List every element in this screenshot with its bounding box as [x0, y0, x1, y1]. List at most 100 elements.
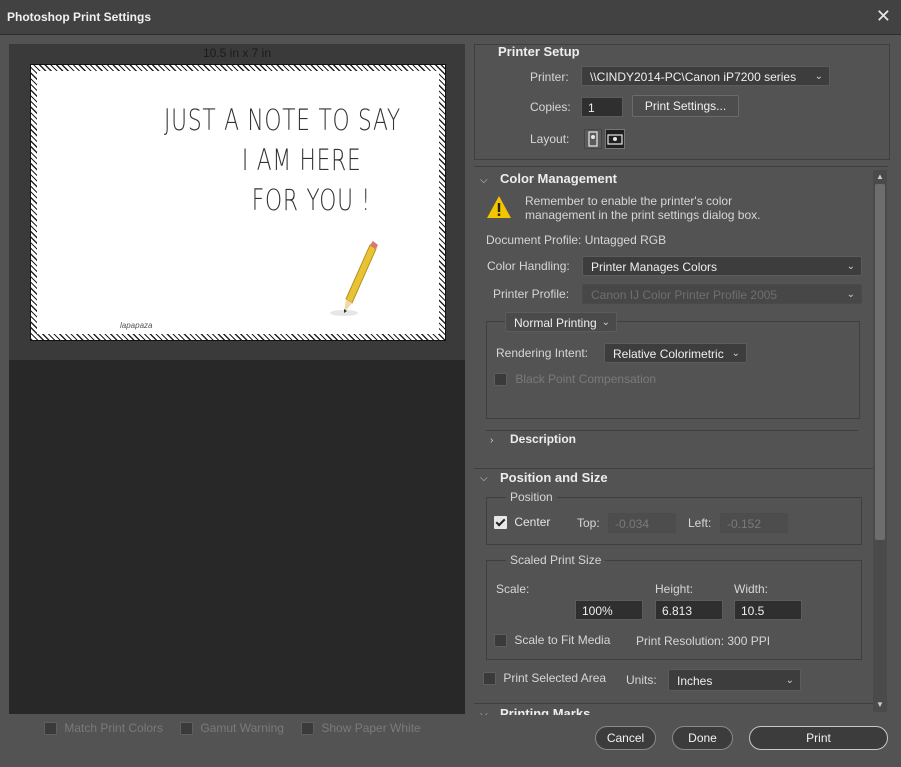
width-input[interactable]: 10.5	[734, 600, 802, 620]
print-resolution: Print Resolution: 300 PPI	[636, 634, 771, 648]
window-title: Photoshop Print Settings	[7, 10, 151, 24]
warning-line-2: management in the print settings dialog …	[525, 208, 761, 222]
signature: lapapaza	[120, 321, 153, 330]
black-point-checkbox[interactable]: Black Point Compensation	[494, 372, 657, 387]
landscape-layout-icon[interactable]	[605, 129, 625, 149]
portrait-layout-icon[interactable]	[584, 129, 602, 149]
rendering-intent-select[interactable]: Relative Colorimetric ⌄	[604, 343, 747, 363]
printer-profile-value: Canon IJ Color Printer Profile 2005	[591, 288, 778, 302]
printing-mode-group	[486, 321, 860, 419]
warning-icon	[487, 196, 511, 218]
scale-to-fit-checkbox[interactable]: Scale to Fit Media	[494, 633, 611, 648]
scrollbar-thumb[interactable]	[875, 184, 885, 540]
chevron-down-icon: ⌄	[814, 71, 823, 82]
print-settings-button[interactable]: Print Settings...	[632, 95, 739, 117]
title-bar: Photoshop Print Settings ✕	[0, 0, 901, 35]
note-line-3: FOR YOU !	[251, 183, 371, 217]
scroll-down-icon[interactable]: ▼	[876, 700, 884, 709]
top-input[interactable]: -0.034	[608, 513, 676, 533]
chevron-down-icon: ⌵	[480, 709, 488, 715]
top-label: Top:	[577, 516, 600, 530]
image-preview: JUST A NOTE TO SAY I AM HERE FOR YOU ! l…	[37, 71, 439, 334]
show-paper-white-label: Show Paper White	[321, 721, 421, 735]
height-input[interactable]: 6.813	[655, 600, 723, 620]
document-profile: Document Profile: Untagged RGB	[486, 233, 667, 247]
close-icon[interactable]: ✕	[876, 6, 891, 27]
printer-setup-header: Printer Setup	[498, 44, 580, 59]
chevron-down-icon: ⌵	[480, 175, 488, 186]
center-box[interactable]	[494, 516, 507, 530]
description-toggle[interactable]: ›	[490, 432, 493, 446]
scale-to-fit-label: Scale to Fit Media	[514, 633, 611, 647]
scale-to-fit-box[interactable]	[494, 634, 507, 648]
rendering-intent-label: Rendering Intent:	[496, 346, 589, 360]
gamut-warning-label: Gamut Warning	[200, 721, 284, 735]
printing-marks-toggle[interactable]: ⌵	[480, 706, 488, 715]
scaled-print-size-label: Scaled Print Size	[506, 553, 606, 567]
paper-preview[interactable]: JUST A NOTE TO SAY I AM HERE FOR YOU ! l…	[30, 64, 446, 341]
print-dimensions-label: 10.5 in x 7 in	[202, 46, 272, 60]
print-selected-area-label: Print Selected Area	[503, 671, 607, 685]
printer-select[interactable]: \\CINDY2014-PC\Canon iP7200 series ⌄	[581, 66, 830, 86]
black-point-box[interactable]	[494, 373, 507, 387]
units-label: Units:	[626, 673, 657, 687]
gamut-warning-checkbox[interactable]: Gamut Warning	[180, 721, 284, 736]
left-input[interactable]: -0.152	[720, 513, 788, 533]
divider	[486, 430, 858, 431]
position-size-header: Position and Size	[500, 470, 608, 485]
chevron-down-icon: ⌄	[601, 317, 610, 328]
match-print-colors-box[interactable]	[44, 722, 57, 736]
width-label: Width:	[734, 582, 769, 596]
note-line-2: I AM HERE	[241, 143, 361, 177]
divider	[474, 468, 874, 469]
chevron-down-icon: ⌵	[480, 473, 488, 484]
scale-label: Scale:	[496, 582, 530, 596]
printer-label: Printer:	[530, 70, 569, 84]
copies-input[interactable]: 1	[581, 97, 623, 117]
chevron-down-icon: ⌄	[731, 348, 740, 359]
match-print-colors-checkbox[interactable]: Match Print Colors	[44, 721, 164, 736]
color-handling-select[interactable]: Printer Manages Colors ⌄	[582, 256, 862, 276]
units-value: Inches	[677, 674, 713, 688]
note-line-1: JUST A NOTE TO SAY	[164, 103, 401, 137]
printing-mode-select[interactable]: Normal Printing ⌄	[505, 312, 617, 332]
settings-scroll-area[interactable]: ⌵ Color Management Remember to enable th…	[474, 166, 888, 715]
color-management-header: Color Management	[500, 171, 618, 186]
scale-input[interactable]: 100%	[575, 600, 643, 620]
units-select[interactable]: Inches ⌄	[668, 669, 801, 691]
print-selected-area-box[interactable]	[483, 672, 496, 686]
left-label: Left:	[688, 516, 712, 530]
scroll-up-icon[interactable]: ▲	[876, 172, 884, 181]
black-point-label: Black Point Compensation	[515, 372, 657, 386]
match-print-colors-label: Match Print Colors	[64, 721, 164, 735]
warning-line-1: Remember to enable the printer's color	[525, 194, 733, 208]
cancel-button[interactable]: Cancel	[595, 726, 656, 750]
position-size-toggle[interactable]: ⌵	[480, 470, 488, 484]
show-paper-white-checkbox[interactable]: Show Paper White	[301, 721, 421, 736]
show-paper-white-box[interactable]	[301, 722, 314, 736]
print-selected-area-checkbox[interactable]: Print Selected Area	[483, 671, 607, 686]
settings-scrollbar[interactable]: ▲ ▼	[873, 170, 887, 712]
layout-label: Layout:	[530, 132, 570, 146]
preview-pane: 10.5 in x 7 in JUST A NOTE TO SAY I AM H…	[9, 44, 465, 714]
copies-label: Copies:	[530, 100, 571, 114]
rendering-intent-value: Relative Colorimetric	[613, 347, 724, 361]
chevron-down-icon: ⌄	[846, 261, 855, 272]
gamut-warning-box[interactable]	[180, 722, 193, 736]
done-button[interactable]: Done	[672, 726, 733, 750]
center-checkbox[interactable]: Center	[494, 515, 550, 530]
printer-value: \\CINDY2014-PC\Canon iP7200 series	[590, 70, 797, 84]
printer-profile-label: Printer Profile:	[493, 287, 570, 301]
description-header: Description	[510, 432, 577, 446]
divider	[474, 703, 874, 704]
printing-mode-value: Normal Printing	[514, 316, 597, 330]
preview-area: 10.5 in x 7 in JUST A NOTE TO SAY I AM H…	[9, 44, 465, 360]
color-warning-text: Remember to enable the printer's color m…	[525, 194, 760, 222]
color-management-toggle[interactable]: ⌵	[480, 172, 488, 186]
printer-profile-select[interactable]: Canon IJ Color Printer Profile 2005 ⌄	[582, 284, 862, 304]
color-handling-value: Printer Manages Colors	[591, 260, 718, 274]
chevron-down-icon: ⌄	[846, 289, 855, 300]
chevron-down-icon: ⌄	[785, 675, 794, 686]
chevron-right-icon: ›	[490, 435, 494, 446]
print-button[interactable]: Print	[749, 726, 888, 750]
